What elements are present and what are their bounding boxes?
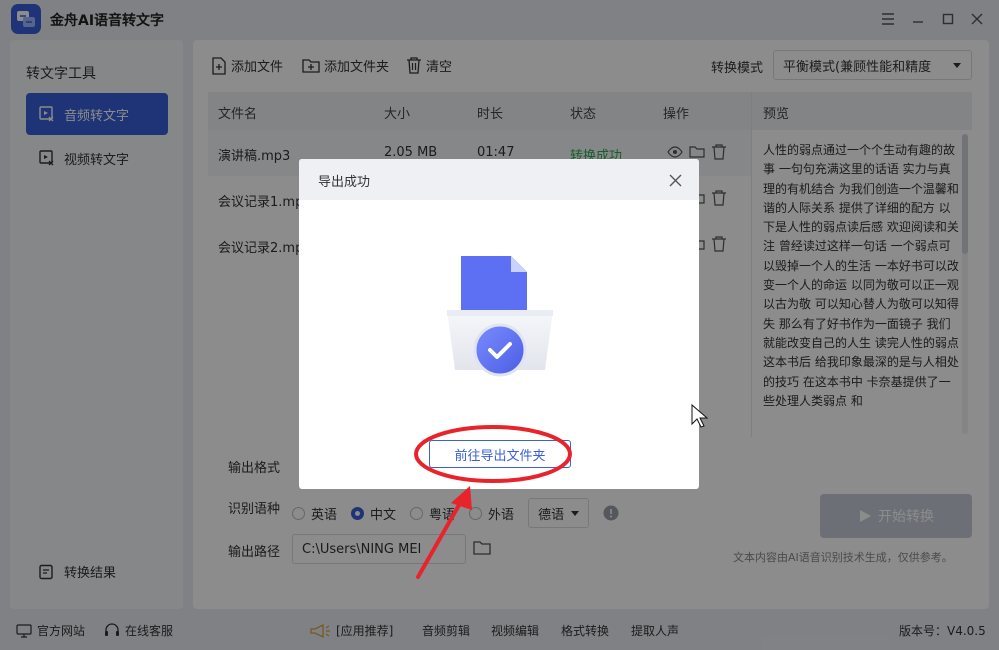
export-success-icon (447, 256, 553, 377)
dialog-header: 导出成功 (299, 159, 699, 200)
open-export-folder-button[interactable]: 前往导出文件夹 (429, 440, 571, 468)
close-icon[interactable] (665, 170, 685, 190)
dialog-title: 导出成功 (318, 175, 371, 190)
open-export-folder-label: 前往导出文件夹 (454, 447, 546, 463)
export-success-dialog: 导出成功 前往导出文件夹 (299, 159, 699, 489)
